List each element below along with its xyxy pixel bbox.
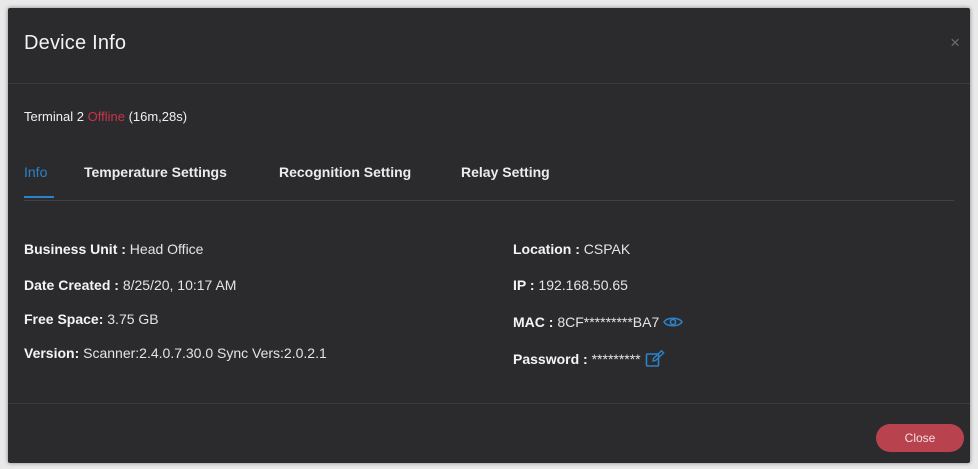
status-badge: Offline: [87, 109, 125, 124]
edit-icon[interactable]: [645, 349, 665, 371]
free-space-field: Free Space: 3.75 GB: [24, 311, 159, 327]
version-value: Scanner:2.4.0.7.30.0 Sync Vers:2.0.2.1: [83, 345, 327, 361]
ip-value: 192.168.50.65: [538, 277, 628, 293]
tab-relay-setting[interactable]: Relay Setting: [461, 164, 550, 180]
free-space-value: 3.75 GB: [107, 311, 159, 327]
password-field: Password : *********: [513, 349, 665, 371]
date-created-label: Date Created :: [24, 277, 119, 293]
close-button[interactable]: Close: [876, 424, 964, 452]
version-field: Version: Scanner:2.4.0.7.30.0 Sync Vers:…: [24, 345, 327, 361]
business-unit-field: Business Unit : Head Office: [24, 241, 203, 257]
mac-field: MAC : 8CF*********BA7: [513, 314, 684, 332]
date-created-value: 8/25/20, 10:17 AM: [122, 277, 237, 293]
tab-recognition-setting[interactable]: Recognition Setting: [279, 164, 411, 180]
tab-info[interactable]: Info: [24, 164, 47, 180]
version-label: Version:: [24, 345, 80, 361]
password-value: *********: [591, 351, 641, 368]
business-unit-value: Head Office: [129, 241, 204, 257]
eye-icon[interactable]: [663, 315, 684, 332]
location-value: CSPAK: [583, 241, 631, 257]
location-label: Location :: [513, 241, 580, 257]
tab-temperature-settings[interactable]: Temperature Settings: [84, 164, 227, 180]
offline-duration: (16m,28s): [128, 109, 188, 124]
ip-field: IP : 192.168.50.65: [513, 277, 628, 293]
mac-value: 8CF*********BA7: [557, 314, 660, 330]
device-status: Terminal 2 Offline (16m,28s): [24, 109, 187, 124]
footer-divider: [8, 403, 970, 404]
active-tab-indicator: [24, 196, 54, 198]
mac-label: MAC :: [513, 314, 554, 330]
location-field: Location : CSPAK: [513, 241, 630, 257]
modal-header: Device Info ×: [8, 8, 970, 84]
modal-title: Device Info: [24, 32, 127, 54]
tab-bar: Info Temperature Settings Recognition Se…: [24, 164, 954, 201]
free-space-label: Free Space:: [24, 311, 104, 327]
device-info-modal: Device Info × Terminal 2 Offline (16m,28…: [8, 8, 970, 463]
business-unit-label: Business Unit :: [24, 241, 126, 257]
password-label: Password :: [513, 351, 588, 368]
ip-label: IP :: [513, 277, 535, 293]
date-created-field: Date Created : 8/25/20, 10:17 AM: [24, 277, 236, 293]
close-icon[interactable]: ×: [950, 34, 960, 51]
device-name: Terminal 2: [24, 109, 84, 124]
page-backdrop: Device Info × Terminal 2 Offline (16m,28…: [0, 0, 978, 469]
